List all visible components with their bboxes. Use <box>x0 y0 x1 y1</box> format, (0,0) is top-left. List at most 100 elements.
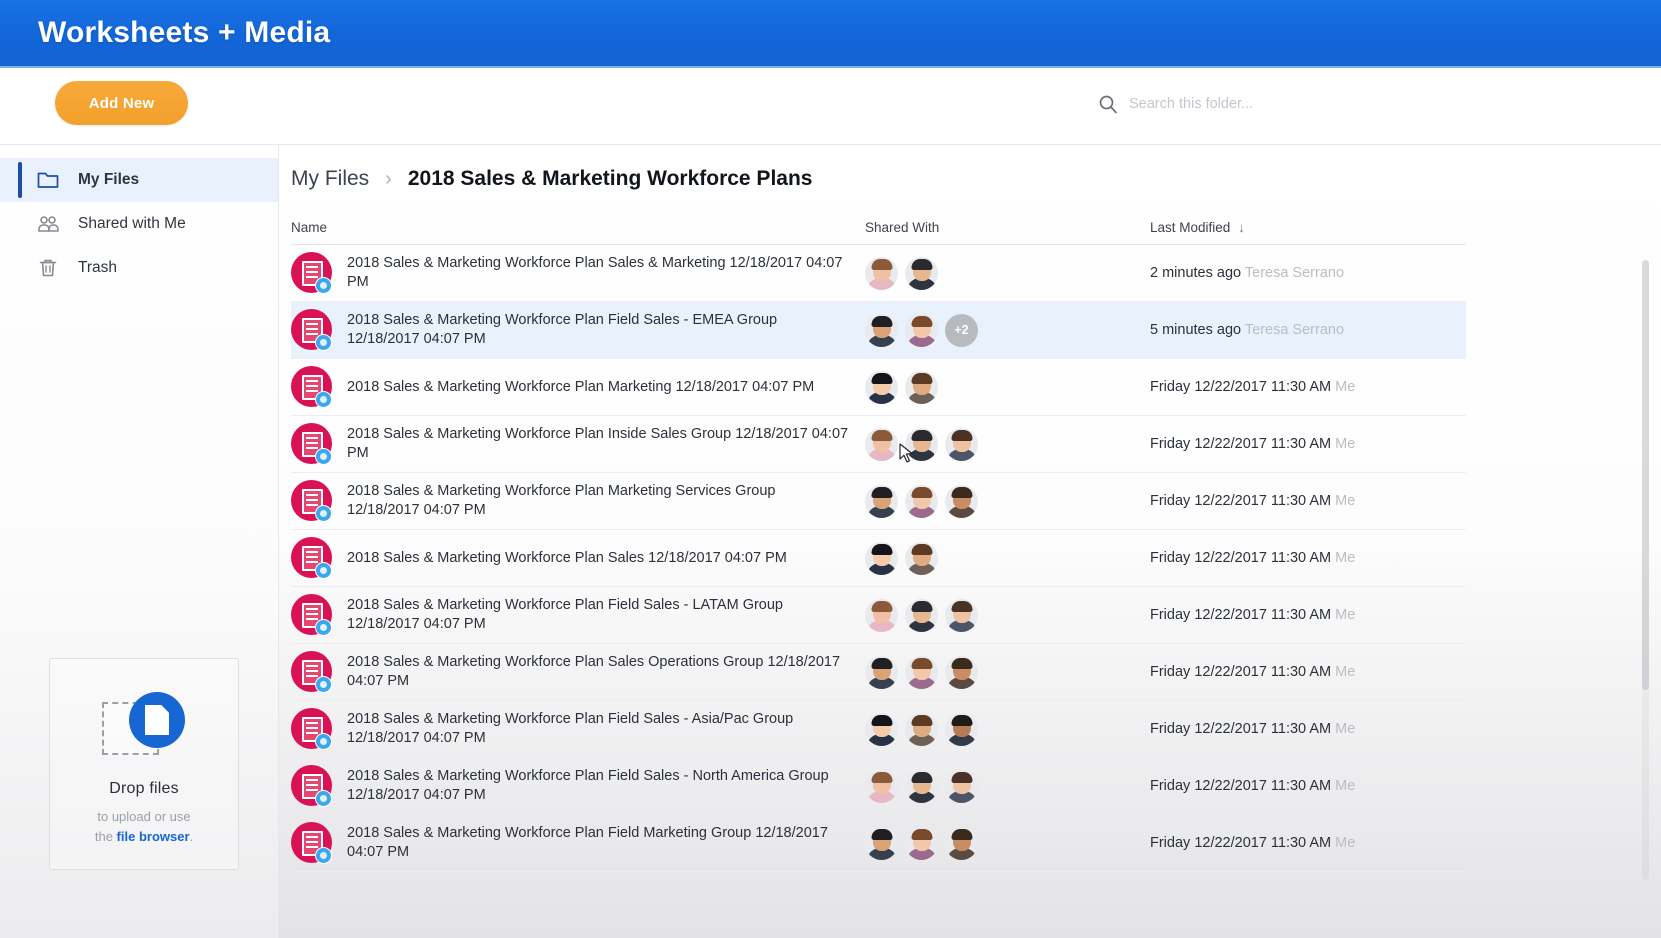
worksheet-file-icon <box>291 537 334 580</box>
last-modified-by: Teresa Serrano <box>1245 265 1344 281</box>
toolbar: Add New <box>0 68 1661 145</box>
last-modified-time: Friday 12/22/2017 11:30 AM <box>1150 778 1331 794</box>
avatar[interactable] <box>865 770 898 803</box>
avatar[interactable] <box>905 599 938 632</box>
table-row[interactable]: 2018 Sales & Marketing Workforce Plan Sa… <box>291 530 1466 587</box>
avatar[interactable] <box>865 827 898 860</box>
table-row[interactable]: 2018 Sales & Marketing Workforce Plan Fi… <box>291 701 1466 758</box>
last-modified-by: Me <box>1335 664 1355 680</box>
avatar[interactable] <box>945 656 978 689</box>
avatar[interactable] <box>945 485 978 518</box>
avatar[interactable] <box>865 257 898 290</box>
last-modified-cell: Friday 12/22/2017 11:30 AM Me <box>1150 436 1466 452</box>
file-name-cell: 2018 Sales & Marketing Workforce Plan In… <box>291 423 865 466</box>
breadcrumb: My Files › 2018 Sales & Marketing Workfo… <box>279 145 1661 191</box>
table-row[interactable]: 2018 Sales & Marketing Workforce Plan Sa… <box>291 245 1466 302</box>
shared-with-cell: +2 <box>865 314 1150 347</box>
file-name-cell: 2018 Sales & Marketing Workforce Plan Fi… <box>291 708 865 751</box>
last-modified-time: Friday 12/22/2017 11:30 AM <box>1150 664 1331 680</box>
column-header-name[interactable]: Name <box>291 220 865 235</box>
breadcrumb-root[interactable]: My Files <box>291 167 369 191</box>
trash-icon <box>36 256 60 280</box>
shared-with-cell <box>865 827 1150 860</box>
table-row[interactable]: 2018 Sales & Marketing Workforce Plan Fi… <box>291 758 1466 815</box>
scrollbar-track[interactable] <box>1642 260 1649 880</box>
column-header-shared-with[interactable]: Shared With <box>865 220 1150 235</box>
avatar[interactable] <box>945 428 978 461</box>
search-box[interactable] <box>1098 88 1379 120</box>
last-modified-by: Me <box>1335 379 1355 395</box>
worksheet-file-icon <box>291 252 334 295</box>
avatar[interactable] <box>865 371 898 404</box>
table-row[interactable]: 2018 Sales & Marketing Workforce Plan Ma… <box>291 359 1466 416</box>
upload-document-icon <box>102 689 186 763</box>
avatar[interactable] <box>865 656 898 689</box>
avatar[interactable] <box>865 542 898 575</box>
avatar[interactable] <box>945 770 978 803</box>
last-modified-by: Teresa Serrano <box>1245 322 1344 338</box>
sidebar-item-shared-with-me[interactable]: Shared with Me <box>0 202 278 246</box>
avatar[interactable] <box>905 371 938 404</box>
file-name-label: 2018 Sales & Marketing Workforce Plan Sa… <box>347 254 852 291</box>
avatar[interactable] <box>865 713 898 746</box>
avatar[interactable] <box>905 656 938 689</box>
file-dropzone[interactable]: Drop files to upload or use the file bro… <box>49 658 239 870</box>
avatar[interactable] <box>905 257 938 290</box>
table-row[interactable]: 2018 Sales & Marketing Workforce Plan In… <box>291 416 1466 473</box>
worksheet-file-icon <box>291 366 334 409</box>
last-modified-by: Me <box>1335 835 1355 851</box>
file-name-label: 2018 Sales & Marketing Workforce Plan Fi… <box>347 311 852 348</box>
file-name-cell: 2018 Sales & Marketing Workforce Plan Fi… <box>291 309 865 352</box>
file-name-cell: 2018 Sales & Marketing Workforce Plan Ma… <box>291 366 865 409</box>
file-name-label: 2018 Sales & Marketing Workforce Plan Fi… <box>347 824 852 861</box>
avatar[interactable] <box>945 713 978 746</box>
sidebar-item-my-files[interactable]: My Files <box>0 158 278 202</box>
avatar-overflow-badge[interactable]: +2 <box>945 314 978 347</box>
shared-with-cell <box>865 257 1150 290</box>
avatar[interactable] <box>865 599 898 632</box>
dropzone-subtitle-line1: to upload or use <box>97 809 190 824</box>
file-browser-link[interactable]: file browser <box>117 829 190 844</box>
last-modified-by: Me <box>1335 436 1355 452</box>
table-header: Name Shared With Last Modified ↓ <box>291 220 1466 245</box>
app-title: Worksheets + Media <box>38 16 330 50</box>
avatar[interactable] <box>905 542 938 575</box>
shared-with-cell <box>865 542 1150 575</box>
scrollbar-thumb[interactable] <box>1642 260 1649 690</box>
mouse-cursor <box>899 443 915 465</box>
table-row[interactable]: 2018 Sales & Marketing Workforce Plan Fi… <box>291 302 1466 359</box>
table-row[interactable]: 2018 Sales & Marketing Workforce Plan Fi… <box>291 587 1466 644</box>
file-name-label: 2018 Sales & Marketing Workforce Plan Fi… <box>347 710 852 747</box>
avatar[interactable] <box>905 314 938 347</box>
avatar[interactable] <box>905 827 938 860</box>
column-header-last-modified[interactable]: Last Modified ↓ <box>1150 220 1466 235</box>
last-modified-time: Friday 12/22/2017 11:30 AM <box>1150 379 1331 395</box>
worksheet-file-icon <box>291 708 334 751</box>
worksheet-file-icon <box>291 309 334 352</box>
dropzone-subtitle-prefix: the <box>95 829 117 844</box>
sidebar-item-trash[interactable]: Trash <box>0 246 278 290</box>
last-modified-cell: Friday 12/22/2017 11:30 AM Me <box>1150 607 1466 623</box>
avatar[interactable] <box>945 827 978 860</box>
table-row[interactable]: 2018 Sales & Marketing Workforce Plan Sa… <box>291 644 1466 701</box>
avatar[interactable] <box>865 314 898 347</box>
avatar[interactable] <box>945 599 978 632</box>
shared-with-cell <box>865 599 1150 632</box>
avatar[interactable] <box>905 713 938 746</box>
avatar[interactable] <box>905 770 938 803</box>
last-modified-cell: Friday 12/22/2017 11:30 AM Me <box>1150 664 1466 680</box>
avatar[interactable] <box>905 485 938 518</box>
avatar[interactable] <box>865 428 898 461</box>
avatar[interactable] <box>865 485 898 518</box>
search-input[interactable] <box>1129 96 1379 112</box>
table-row[interactable]: 2018 Sales & Marketing Workforce Plan Ma… <box>291 473 1466 530</box>
shared-with-cell <box>865 713 1150 746</box>
file-list: 2018 Sales & Marketing Workforce Plan Sa… <box>291 245 1466 872</box>
last-modified-time: Friday 12/22/2017 11:30 AM <box>1150 436 1331 452</box>
last-modified-by: Me <box>1335 607 1355 623</box>
table-row[interactable]: 2018 Sales & Marketing Workforce Plan Fi… <box>291 815 1466 872</box>
worksheet-file-icon <box>291 651 334 694</box>
folder-icon <box>36 168 60 192</box>
last-modified-by: Me <box>1335 550 1355 566</box>
add-new-button[interactable]: Add New <box>55 81 188 125</box>
